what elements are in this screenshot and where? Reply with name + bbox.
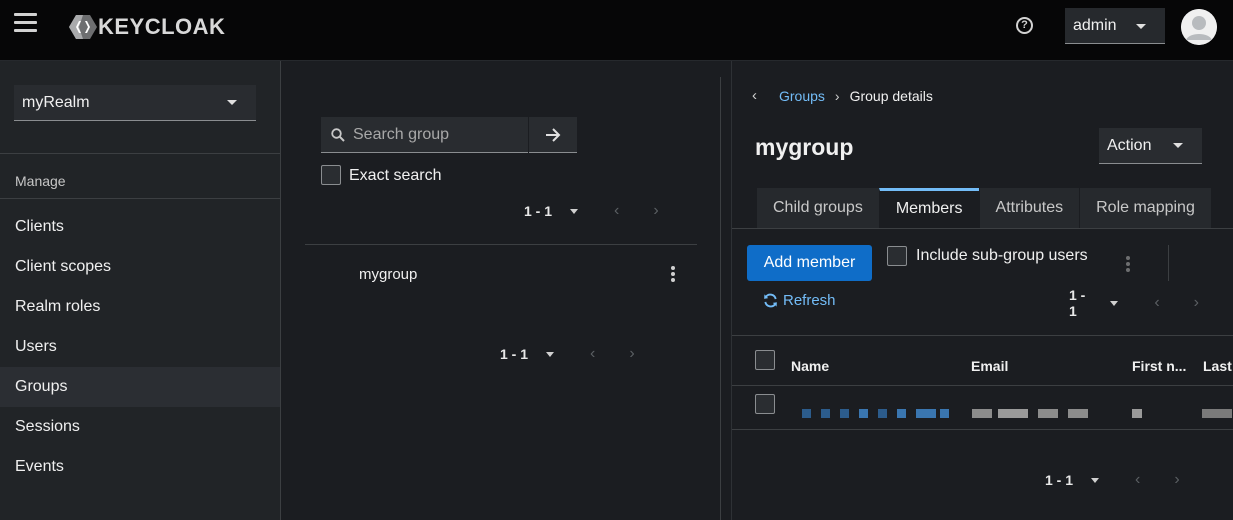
nav-section-title: Manage <box>15 173 66 189</box>
sidebar-item-sessions[interactable]: Sessions <box>0 407 280 447</box>
realm-selector[interactable]: myRealm <box>14 85 256 121</box>
caret-down-icon <box>1173 143 1183 148</box>
redacted-first-name <box>1132 405 1152 418</box>
help-icon[interactable]: ? <box>1016 17 1033 34</box>
breadcrumb-current: Group details <box>849 87 933 104</box>
sidebar-item-groups[interactable]: Groups <box>0 367 280 407</box>
chevron-left-icon[interactable]: ‹ <box>590 345 595 363</box>
caret-down-icon[interactable] <box>570 208 579 214</box>
action-dropdown-label: Action <box>1107 137 1152 154</box>
exact-search-label: Exact search <box>349 167 442 184</box>
include-subgroup-label: Include sub-group users <box>916 247 1088 264</box>
pagination-range[interactable]: 1 - 1 <box>524 203 552 219</box>
kebab-icon[interactable] <box>1126 256 1130 274</box>
redacted-email <box>972 405 1098 418</box>
search-input[interactable] <box>353 125 513 144</box>
pagination-range[interactable]: 1 - 1 <box>500 346 528 362</box>
panel-splitter[interactable] <box>720 77 721 520</box>
group-item-mygroup[interactable]: mygroup <box>359 266 417 283</box>
breadcrumb-link-groups[interactable]: Groups <box>779 88 825 104</box>
chevron-left-icon[interactable]: ‹ <box>614 202 619 220</box>
chevron-left-icon[interactable]: ‹ <box>1135 471 1140 489</box>
tab-members[interactable]: Members <box>878 188 979 228</box>
sidebar-item-client-scopes[interactable]: Client scopes <box>0 247 280 287</box>
tab-attributes[interactable]: Attributes <box>978 188 1080 228</box>
user-menu-label: admin <box>1073 16 1117 34</box>
caret-down-icon <box>227 100 237 105</box>
search-icon <box>331 127 345 142</box>
chevron-right-icon: › <box>834 87 840 104</box>
keycloak-logo[interactable]: KEYCLOAK <box>68 14 225 40</box>
divider <box>732 429 1233 430</box>
toolbar-separator <box>1168 245 1169 281</box>
redacted-username[interactable] <box>802 405 959 418</box>
caret-down-icon[interactable] <box>1110 300 1119 306</box>
refresh-label: Refresh <box>783 292 836 309</box>
group-search-field[interactable] <box>321 117 528 153</box>
divider <box>0 198 280 199</box>
masthead: KEYCLOAK ? admin <box>0 0 1233 61</box>
breadcrumb: ‹ Groups › Group details <box>752 87 933 104</box>
refresh-button[interactable]: Refresh <box>763 292 836 309</box>
chevron-left-icon[interactable]: ‹ <box>752 87 757 104</box>
sidebar-item-realm-roles[interactable]: Realm roles <box>0 287 280 327</box>
include-subgroup-checkbox[interactable] <box>887 246 907 266</box>
caret-down-icon <box>1136 24 1146 29</box>
divider <box>732 385 1233 386</box>
pagination-top: 1 - 1 ‹ › <box>524 199 693 223</box>
hamburger-icon[interactable] <box>14 13 40 35</box>
pagination-bottom: 1 - 1 ‹ › <box>500 342 669 366</box>
action-dropdown[interactable]: Action <box>1099 128 1202 164</box>
chevron-left-icon[interactable]: ‹ <box>1154 294 1159 312</box>
refresh-icon <box>764 293 777 308</box>
chevron-right-icon[interactable]: › <box>1174 471 1179 489</box>
row-checkbox[interactable] <box>755 394 775 414</box>
kebab-icon[interactable] <box>671 266 675 284</box>
realm-selector-label: myRealm <box>22 94 90 111</box>
column-header-name[interactable]: Name <box>791 358 829 374</box>
keycloak-logo-icon <box>69 15 97 39</box>
column-header-email[interactable]: Email <box>971 358 1008 374</box>
exact-search-checkbox[interactable] <box>321 165 341 185</box>
search-submit-button[interactable] <box>529 117 577 153</box>
redacted-last-name <box>1202 405 1233 418</box>
divider <box>732 335 1233 336</box>
chevron-right-icon[interactable]: › <box>629 345 634 363</box>
sidebar-item-events[interactable]: Events <box>0 447 280 487</box>
logo-text: KEYCLOAK <box>98 14 226 39</box>
select-all-checkbox[interactable] <box>755 350 775 370</box>
add-member-button[interactable]: Add member <box>747 245 872 281</box>
sidebar-item-clients[interactable]: Clients <box>0 207 280 247</box>
pagination-bottom: 1 - 1 ‹ › <box>1045 468 1214 492</box>
pagination-range[interactable]: 1 - 1 <box>1069 287 1092 319</box>
sidebar: myRealm Manage Clients Client scopes Rea… <box>0 61 281 520</box>
arrow-right-icon <box>546 127 561 142</box>
pagination-range[interactable]: 1 - 1 <box>1045 472 1073 488</box>
chevron-right-icon[interactable]: › <box>1194 294 1199 312</box>
groups-panel: Exact search 1 - 1 ‹ › mygroup 1 - 1 ‹ › <box>281 61 721 520</box>
column-header-first-name[interactable]: First n... <box>1132 358 1186 374</box>
tab-child-groups[interactable]: Child groups <box>756 188 879 228</box>
divider <box>732 228 1233 229</box>
user-avatar-icon[interactable] <box>1181 9 1217 45</box>
tabs: Child groups Members Attributes Role map… <box>756 188 1211 228</box>
sidebar-item-users[interactable]: Users <box>0 327 280 367</box>
chevron-right-icon[interactable]: › <box>653 202 658 220</box>
pagination-top: 1 - 1 ‹ › <box>1069 287 1233 319</box>
group-details-panel: ‹ Groups › Group details mygroup Action … <box>731 61 1233 520</box>
divider <box>0 153 280 154</box>
divider <box>305 244 697 245</box>
user-menu-dropdown[interactable]: admin <box>1065 8 1165 44</box>
page-title: mygroup <box>755 134 854 160</box>
caret-down-icon[interactable] <box>1091 477 1100 483</box>
caret-down-icon[interactable] <box>546 351 555 357</box>
column-header-last-name[interactable]: Last <box>1203 358 1232 374</box>
tab-role-mapping[interactable]: Role mapping <box>1079 188 1211 228</box>
